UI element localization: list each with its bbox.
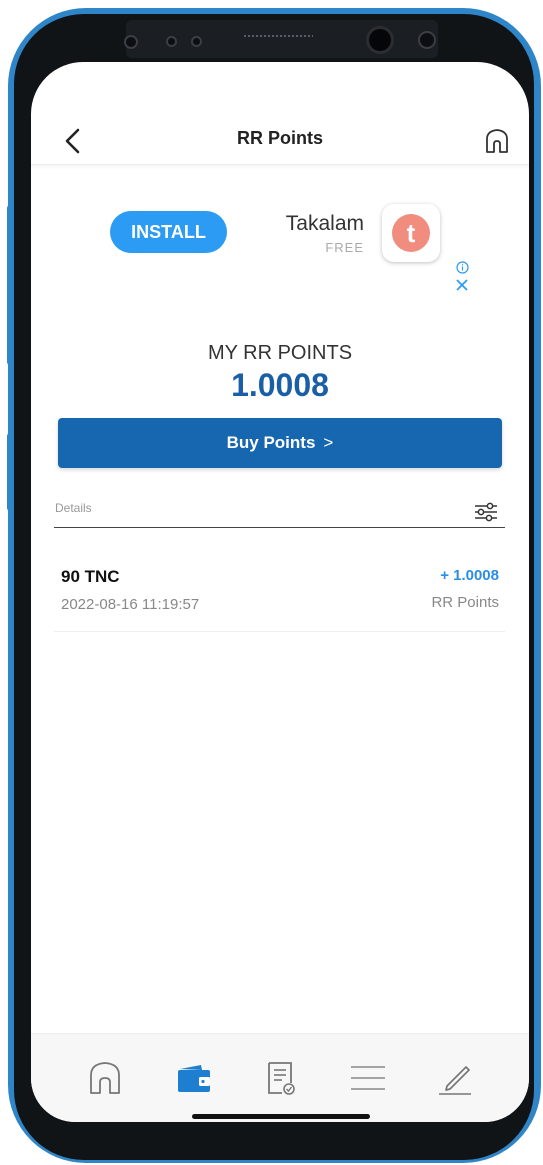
buy-points-label: Buy Points	[226, 433, 316, 452]
points-label: MY RR POINTS	[207, 342, 353, 364]
details-label: Details	[55, 501, 92, 515]
tab-home[interactable]	[85, 1058, 125, 1098]
app-logo: t	[392, 214, 430, 252]
info-icon[interactable]	[456, 261, 469, 274]
tab-menu[interactable]	[348, 1058, 388, 1098]
home-indicator	[192, 1114, 370, 1119]
transaction-unit: RR Points	[431, 594, 499, 611]
home-icon	[90, 1062, 120, 1094]
home-icon[interactable]	[483, 127, 511, 155]
ad-banner: INSTALL Takalam FREE t	[31, 172, 529, 302]
document-icon	[268, 1062, 295, 1095]
ad-app-icon[interactable]: t	[382, 204, 440, 262]
app-screen: RR Points INSTALL Takalam FREE t MY RR P…	[31, 62, 529, 1122]
menu-icon	[351, 1066, 385, 1090]
transaction-title: 90 TNC	[61, 567, 120, 586]
ad-app-price: FREE	[325, 240, 364, 255]
sliders-icon[interactable]	[474, 501, 498, 523]
speaker-grille	[243, 34, 313, 38]
points-value: 1.0008	[231, 367, 329, 403]
bottom-tab-bar	[31, 1033, 529, 1122]
transaction-row[interactable]: 90 TNC 2022-08-16 11:19:57 + 1.0008 RR P…	[54, 552, 505, 632]
chevron-right-icon: >	[323, 433, 334, 452]
tab-documents[interactable]	[260, 1058, 300, 1098]
transaction-date: 2022-08-16 11:19:57	[61, 596, 200, 613]
install-button[interactable]: INSTALL	[110, 211, 227, 253]
sensor-dot	[124, 35, 138, 49]
sensor-dot	[191, 36, 202, 47]
volume-button	[7, 205, 14, 365]
sensor-dot	[166, 36, 177, 47]
close-icon[interactable]	[455, 278, 469, 292]
page-title: RR Points	[236, 128, 323, 148]
ad-app-name: Takalam	[285, 212, 364, 235]
tab-edit[interactable]	[435, 1058, 475, 1098]
buy-points-button[interactable]: Buy Points >	[58, 418, 502, 468]
front-camera	[366, 26, 394, 54]
top-nav-bar: RR Points	[31, 117, 529, 165]
sensor-dot	[418, 31, 436, 49]
edit-icon	[439, 1066, 471, 1095]
details-header: Details	[54, 496, 505, 528]
tab-wallet[interactable]	[174, 1058, 214, 1098]
transaction-amount: + 1.0008	[440, 567, 499, 584]
power-button	[7, 433, 14, 511]
wallet-icon	[178, 1065, 210, 1092]
